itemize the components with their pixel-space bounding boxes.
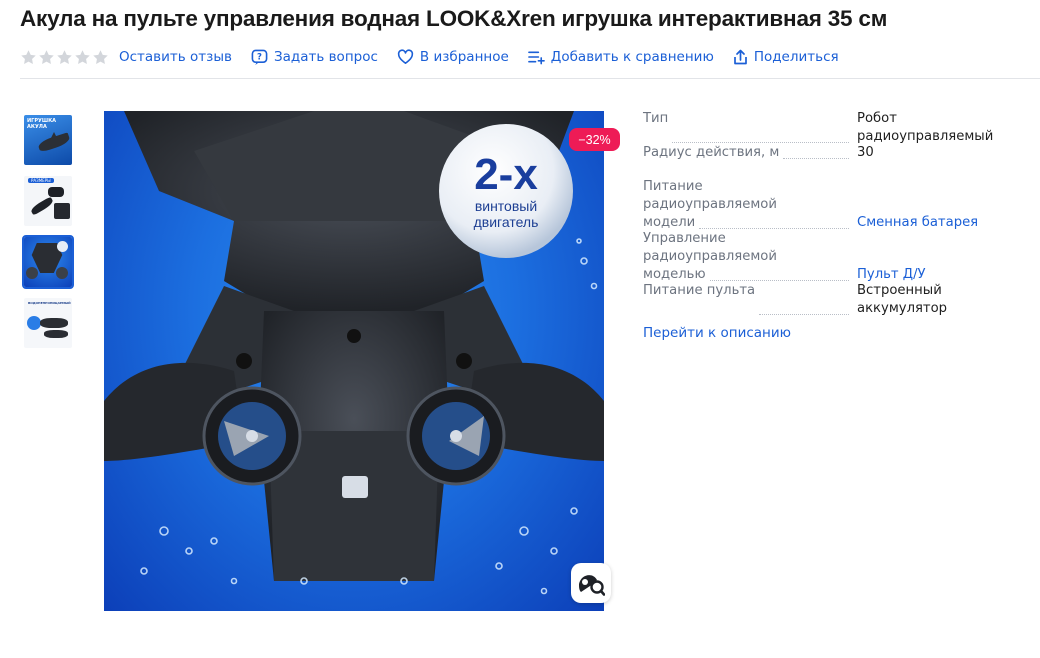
star-icon	[39, 49, 54, 64]
gallery-thumbnails: ИГРУШКА АКУЛА РАЗМЕРЫ ВОДОНЕПРОНИЦАЕМЫЙ	[22, 113, 76, 357]
image-search-icon	[579, 575, 605, 596]
shark-shape	[44, 330, 68, 338]
star-icon	[75, 49, 90, 64]
shark-shape	[40, 318, 68, 328]
thumbnail-4[interactable]: ВОДОНЕПРОНИЦАЕМЫЙ	[22, 296, 74, 350]
spec-key: Управление радиоуправляемой моделью	[643, 231, 777, 282]
spec-dotted-leader	[672, 142, 849, 143]
image-search-button[interactable]	[571, 563, 611, 603]
spec-key-cell: Радиус действия, м	[643, 144, 857, 162]
propeller-shape	[56, 267, 68, 279]
spec-row: Питание радиоуправляемой модели Сменная б…	[643, 178, 1033, 232]
badge-line1: винтовый	[475, 198, 537, 214]
product-title: Акула на пульте управления водная LOOK&X…	[20, 6, 888, 31]
product-main-image[interactable]: 2-х винтовый двигатель	[104, 111, 604, 611]
ask-question-label: Задать вопрос	[273, 49, 378, 65]
svg-text:?: ?	[257, 52, 262, 62]
heart-icon	[397, 49, 414, 64]
rating-stars[interactable]	[20, 49, 109, 66]
share-label: Поделиться	[753, 49, 839, 65]
thumbnail-caption: РАЗМЕРЫ	[28, 178, 54, 183]
spec-key-cell: Тип	[643, 110, 857, 146]
thumbnail-caption: ВОДОНЕПРОНИЦАЕМЫЙ	[28, 301, 71, 305]
product-actions-bar: Оставить отзыв ? Задать вопрос В избранн…	[20, 46, 858, 68]
spec-dotted-leader	[783, 158, 849, 159]
header-divider	[20, 78, 1040, 79]
add-to-favorites-link[interactable]: В избранное	[397, 49, 509, 65]
thumbnail-caption: ИГРУШКА АКУЛА	[27, 118, 57, 130]
remote-shape	[48, 187, 64, 197]
badge-big-text: 2-х	[474, 150, 538, 199]
spec-dotted-leader	[709, 280, 849, 281]
star-icon	[21, 49, 36, 64]
spec-value: 30	[857, 145, 874, 160]
shark-shape	[29, 196, 55, 216]
spec-row: Тип Робот радиоуправляемый	[643, 110, 1033, 146]
spec-key: Тип	[643, 111, 669, 126]
discount-badge: −32%	[569, 128, 620, 151]
share-icon	[733, 49, 747, 64]
spec-row: Радиус действия, м 30	[643, 144, 1033, 162]
ask-question-link[interactable]: ? Задать вопрос	[251, 49, 378, 66]
go-to-description-link[interactable]: Перейти к описанию	[643, 325, 791, 341]
shark-robot-illustration: 2-х винтовый двигатель	[104, 111, 604, 595]
thumbnail-3-selected[interactable]	[22, 235, 74, 289]
star-icon	[93, 49, 108, 64]
badge-dot	[57, 241, 68, 252]
spec-key: Радиус действия, м	[643, 145, 780, 160]
spec-key-cell: Питание пульта	[643, 282, 857, 318]
badge-line2: двигатель	[474, 214, 539, 230]
thumbnail-1[interactable]: ИГРУШКА АКУЛА	[22, 113, 74, 167]
share-link[interactable]: Поделиться	[733, 49, 839, 66]
spec-key-cell: Управление радиоуправляемой моделью	[643, 230, 857, 284]
add-to-compare-link[interactable]: Добавить к сравнению	[527, 49, 714, 65]
leave-review-link[interactable]: Оставить отзыв	[119, 49, 232, 65]
star-icon	[57, 49, 72, 64]
favorites-label: В избранное	[419, 49, 509, 65]
propeller-shape	[26, 267, 38, 279]
thumbnail-2[interactable]: РАЗМЕРЫ	[22, 174, 74, 228]
compare-label: Добавить к сравнению	[550, 49, 714, 65]
question-bubble-icon: ?	[251, 49, 268, 65]
spec-dotted-leader	[759, 314, 849, 315]
shark-fin	[50, 132, 58, 140]
spec-key: Питание пульта	[643, 283, 756, 298]
spec-key: Питание радиоуправляемой модели	[643, 179, 777, 230]
spec-value: Встроенный аккумулятор	[857, 283, 948, 316]
spec-value: Робот радиоуправляемый	[857, 111, 994, 144]
compare-list-icon	[527, 51, 545, 65]
box-shape	[54, 203, 70, 219]
spec-dotted-leader	[699, 228, 849, 229]
water-splash	[27, 316, 41, 330]
spec-key-cell: Питание радиоуправляемой модели	[643, 178, 857, 232]
spec-row: Питание пульта Встроенный аккумулятор	[643, 282, 1033, 318]
spec-row: Управление радиоуправляемой моделью Пульт…	[643, 230, 1033, 284]
